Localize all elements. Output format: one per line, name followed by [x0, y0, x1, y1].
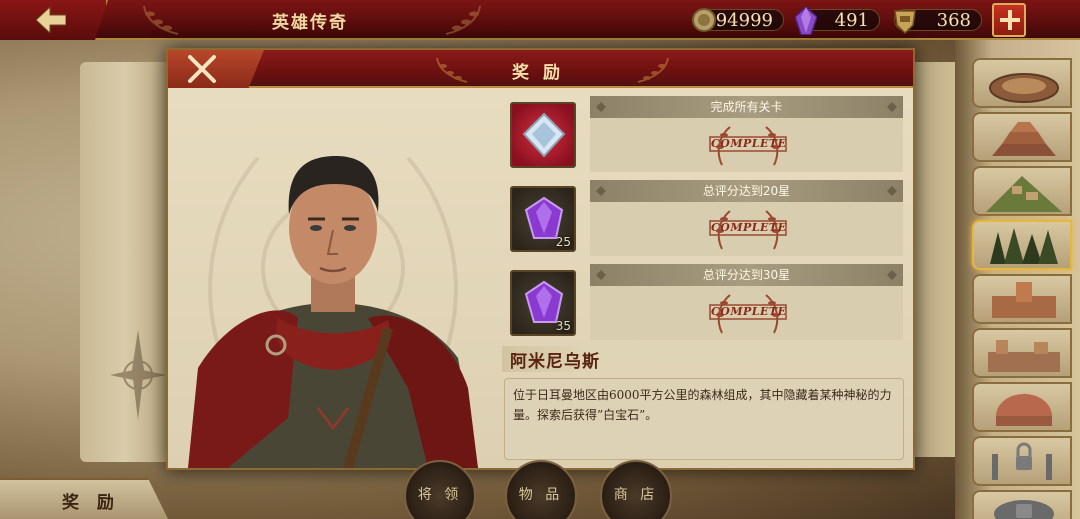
description-text: 位于日耳曼地区由6000平方公里的森林组成，其中隐藏着某种神秘的力量。探索后获得… [513, 388, 892, 422]
gem-counter: 491 [795, 7, 880, 35]
reward-condition: 总评分达到20星 [590, 180, 903, 202]
modal-body: 完成所有关卡 COMPLETE 25 总评分达到20星 COMPLETE 35 … [168, 88, 913, 468]
pantheon-icon [996, 394, 1052, 426]
level-item-walled-city[interactable] [972, 328, 1072, 378]
reward-row: 25 总评分达到20星 COMPLETE [504, 180, 904, 256]
reward-item-slot[interactable]: 25 [510, 186, 576, 252]
level-item-colosseum[interactable] [972, 58, 1072, 108]
back-button[interactable] [0, 0, 108, 40]
reward-status-panel: COMPLETE [590, 202, 903, 256]
laurel-left-icon [436, 57, 468, 83]
close-button[interactable] [168, 50, 264, 88]
nav-label: 将 领 [417, 487, 463, 503]
medal-count: 368 [936, 10, 971, 31]
nav-label: 商 店 [613, 487, 659, 503]
walled-city-icon [988, 340, 1060, 372]
complete-badge-text: COMPLETE [711, 221, 787, 234]
gem-count: 491 [834, 10, 869, 31]
laurel-right-icon [445, 5, 481, 35]
level-item-fortress[interactable] [972, 274, 1072, 324]
reward-condition: 完成所有关卡 [590, 96, 903, 118]
reward-modal: 奖 励 完成所有关卡 COMPLETE 25 总评分达到20星 COMPLETE… [166, 48, 915, 470]
medal-icon [894, 10, 916, 35]
reward-count: 35 [555, 319, 571, 333]
coin-count: 94999 [715, 10, 773, 31]
add-currency-button[interactable] [992, 3, 1026, 37]
level-item-pantheon[interactable] [972, 382, 1072, 432]
top-bar: 英雄传奇 94999 491 368 [0, 0, 1080, 40]
level-item-locked-arena[interactable] [972, 490, 1072, 519]
nav-shop-button[interactable]: 商 店 [590, 460, 682, 519]
nav-generals-button[interactable]: 将 领 [394, 460, 486, 519]
level-item-hill-town[interactable] [972, 166, 1072, 216]
reward-status-panel: COMPLETE [590, 118, 903, 172]
description-box: 位于日耳曼地区由6000平方公里的森林组成，其中隐藏着某种神秘的力量。探索后获得… [504, 378, 904, 460]
reward-item-slot[interactable]: 35 [510, 270, 576, 336]
hill-town-icon [986, 176, 1062, 212]
nav-label: 物 品 [518, 487, 564, 503]
nav-items-button[interactable]: 物 品 [495, 460, 587, 519]
modal-header: 奖 励 [168, 50, 913, 88]
diamond-gem-icon [522, 112, 566, 158]
coin-counter: 94999 [692, 8, 784, 32]
forest-icon [990, 228, 1058, 264]
map-edge [915, 62, 955, 457]
laurel-right-icon [637, 57, 669, 83]
level-item-ziggurat[interactable] [972, 112, 1072, 162]
locked-ruins-icon [992, 442, 1052, 480]
reward-status-panel: COMPLETE [590, 286, 903, 340]
back-arrow-icon [36, 7, 66, 33]
ziggurat-icon [992, 122, 1056, 156]
reward-row: 35 总评分达到30星 COMPLETE [504, 264, 904, 340]
level-item-forest[interactable] [972, 220, 1072, 270]
coin-icon [692, 8, 716, 32]
reward-tab-label: 奖 励 [62, 493, 120, 513]
modal-title: 奖 励 [512, 63, 564, 83]
compass-icon [110, 330, 166, 420]
reward-row: 完成所有关卡 COMPLETE [504, 96, 904, 172]
complete-badge-text: COMPLETE [711, 137, 787, 150]
page-title: 英雄传奇 [272, 13, 348, 33]
purple-gem-icon [795, 7, 817, 35]
reward-item-slot[interactable] [510, 102, 576, 168]
reward-count: 25 [555, 235, 571, 249]
complete-badge-text: COMPLETE [711, 305, 787, 318]
close-icon [188, 55, 216, 83]
level-item-locked-ruins[interactable] [972, 436, 1072, 486]
hero-portrait-image [188, 156, 478, 468]
locked-arena-icon [994, 500, 1054, 519]
colosseum-icon [989, 73, 1059, 103]
hero-portrait [168, 88, 498, 468]
reward-condition: 总评分达到30星 [590, 264, 903, 286]
fortress-icon [992, 282, 1056, 318]
hero-name: 阿米尼乌斯 [510, 352, 600, 372]
medal-counter: 368 [894, 9, 982, 35]
laurel-left-icon [143, 5, 179, 35]
